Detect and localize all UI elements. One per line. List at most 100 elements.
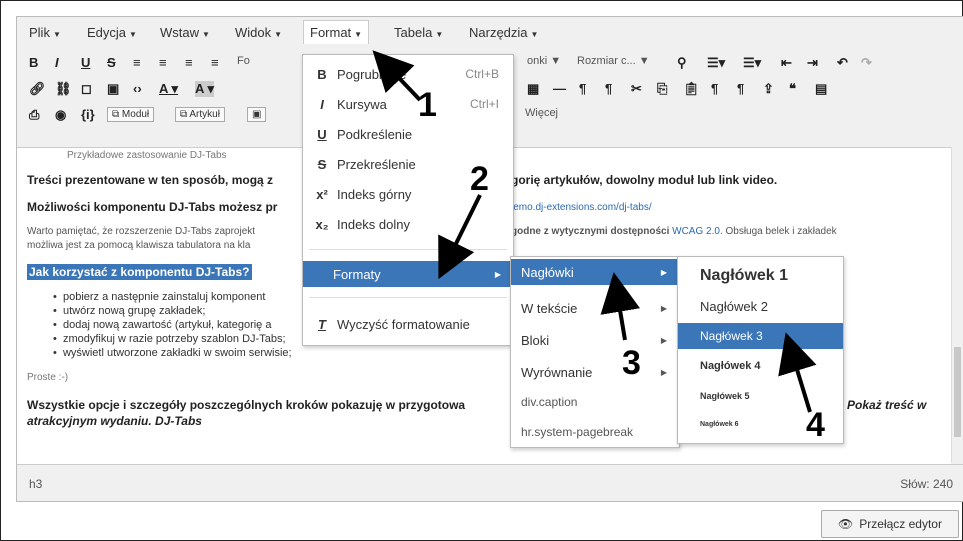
align-right-icon[interactable]: ≡ <box>185 55 193 70</box>
image-insert-button[interactable]: ▣ <box>247 107 267 122</box>
bullet-list-icon[interactable]: ☰▾ <box>707 55 725 71</box>
preview-icon[interactable]: ◉ <box>55 107 66 123</box>
menu-item-italic[interactable]: I Kursywa Ctrl+I <box>303 91 513 117</box>
content-line-3a: Warto pamiętać, że rozszerzenie DJ-Tabs … <box>27 226 256 237</box>
article-button[interactable]: ⧉ Artykuł <box>175 107 225 122</box>
menu-item-div-caption[interactable]: div.caption <box>511 389 679 415</box>
menu-plik[interactable]: Plik ▼ <box>29 25 61 40</box>
menu-item-bold[interactable]: B Pogrubienie Ctrl+B <box>303 61 513 87</box>
statusbar: h3 Słów: 240 <box>17 464 963 501</box>
toggle-editor-button[interactable]: 👁︎ Przełącz edytor <box>821 510 959 538</box>
module-button[interactable]: ⧉ Moduł <box>107 107 155 122</box>
chevron-right-icon: ▶ <box>660 303 667 313</box>
menu-widok[interactable]: Widok ▼ <box>235 25 282 40</box>
content-final-b: Pokaż treść w <box>847 398 927 412</box>
numbered-list-icon[interactable]: ☰▾ <box>743 55 761 71</box>
menu-item-wyrownanie[interactable]: Wyrównanie ▶ <box>511 359 679 385</box>
font-size-select[interactable]: Rozmiar c... ▼ <box>577 55 650 67</box>
menu-item-underline[interactable]: U Podkreślenie <box>303 121 513 147</box>
menu-narzedzia[interactable]: Narzędzia ▼ <box>469 25 538 40</box>
content-scrollbar[interactable] <box>951 147 963 463</box>
show-blocks-icon[interactable]: ¶ <box>737 81 744 96</box>
wcag-link[interactable]: WCAG 2.0 <box>672 226 720 237</box>
undo-icon[interactable]: ↶ <box>837 55 848 71</box>
menu-tabela[interactable]: Tabela ▼ <box>394 25 443 40</box>
outdent-icon[interactable]: ⇤ <box>781 55 792 71</box>
italic-icon[interactable]: I <box>55 55 59 70</box>
menu-item-naglowek-3[interactable]: Nagłówek 3 <box>678 323 843 349</box>
code-icon[interactable]: ‹› <box>133 81 142 96</box>
background-color-icon[interactable]: A ▾ <box>195 81 215 97</box>
menu-separator <box>309 297 507 298</box>
menu-item-formaty[interactable]: Formaty ▶ <box>303 261 513 287</box>
upload-icon[interactable]: ⇪ <box>763 81 774 97</box>
menu-separator <box>309 249 507 250</box>
more-button[interactable]: Więcej <box>525 107 558 119</box>
annotation-number-4: 4 <box>806 406 825 444</box>
paragraph-icon[interactable]: ¶ <box>711 81 718 96</box>
list-item: • zmodyfikuj w razie potrzeby szablon DJ… <box>53 333 286 345</box>
content-final-a: Wszystkie opcje i szczegóły poszczególny… <box>27 398 466 412</box>
scroll-thumb[interactable] <box>954 347 961 437</box>
menu-format[interactable]: Format ▼ <box>303 20 370 44</box>
redo-icon[interactable]: ↷ <box>861 55 872 71</box>
list-item: • wyświetl utworzone zakładki w swoim se… <box>53 347 292 359</box>
formaty-submenu: Nagłówki ▶ W tekście ▶ Bloki ▶ Wyrównanie ▶ … <box>510 256 680 448</box>
content-line-2-link[interactable]: lemo.dj-extensions.com/dj-tabs/ <box>511 202 652 213</box>
chevron-right-icon: ▶ <box>660 335 667 345</box>
menu-item-w-tekscie[interactable]: W tekście ▶ <box>511 295 679 321</box>
link-icon[interactable]: 🔗︎ <box>29 81 46 97</box>
image-icon[interactable]: ▣ <box>107 81 119 97</box>
source-code-icon[interactable]: {i} <box>81 107 95 122</box>
menu-item-clear-formatting[interactable]: T Wyczyść formatowanie <box>303 311 513 337</box>
text-color-icon[interactable]: A ▾ <box>159 81 178 97</box>
clear-formatting-icon: T <box>318 316 326 332</box>
list-item: • dodaj nową zawartość (artykuł, kategor… <box>53 319 272 331</box>
menu-item-hr-pagebreak[interactable]: hr.system-pagebreak <box>511 419 679 445</box>
table-icon[interactable]: ▦ <box>527 81 539 97</box>
indent-icon[interactable]: ⇥ <box>807 55 818 71</box>
menubar: Plik ▼ Edycja ▼ Wstaw ▼ Widok ▼ Format ▼ Tabe… <box>17 17 963 47</box>
align-left-icon[interactable]: ≡ <box>133 55 141 70</box>
element-path[interactable]: h3 <box>29 477 42 491</box>
print-icon[interactable]: ⎙ <box>29 107 39 123</box>
copy-icon[interactable]: ⎘ <box>657 81 667 97</box>
superscript-icon: x² <box>316 186 328 202</box>
bookmark-icon[interactable]: ◻ <box>81 81 92 97</box>
paste-icon[interactable]: 📋︎ <box>683 81 700 97</box>
content-final-c: atrakcyjnym wydaniu. DJ-Tabs <box>27 414 202 428</box>
menu-item-naglowek-1[interactable]: Nagłówek 1 <box>678 261 843 291</box>
word-count: Słów: 240 <box>900 477 953 491</box>
content-proste: Proste :-) <box>27 372 69 383</box>
font-select-partial[interactable]: onki ▼ <box>527 55 561 67</box>
blockquote-icon[interactable]: ❝ <box>789 81 796 97</box>
menu-item-naglowek-2[interactable]: Nagłówek 2 <box>678 293 843 319</box>
align-justify-icon[interactable]: ≡ <box>211 55 219 70</box>
content-line-1a: Treści prezentowane w ten sposób, mogą z <box>27 173 274 187</box>
menu-item-bloki[interactable]: Bloki ▶ <box>511 327 679 353</box>
chevron-right-icon: ▶ <box>660 267 667 277</box>
unlink-icon[interactable]: ⛓︎ <box>55 81 72 97</box>
template-icon[interactable]: ▤ <box>815 81 827 97</box>
strikethrough-icon: S <box>317 156 327 172</box>
binoculars-icon[interactable]: ⚲ <box>677 55 687 71</box>
underline-icon[interactable]: U <box>81 55 90 70</box>
annotation-number-2: 2 <box>470 160 489 198</box>
menu-edycja[interactable]: Edycja ▼ <box>87 25 137 40</box>
font-family-select[interactable]: Fo <box>237 55 250 67</box>
chevron-right-icon: ▶ <box>660 367 667 377</box>
rtl-icon[interactable]: ¶ <box>605 81 612 96</box>
content-line-1b: gorię artykułów, dowolny moduł lub link … <box>511 173 778 187</box>
horizontal-rule-icon[interactable]: — <box>553 81 566 96</box>
cut-icon[interactable]: ✂ <box>631 81 642 97</box>
menu-item-naglowki[interactable]: Nagłówki ▶ <box>511 259 679 285</box>
ltr-icon[interactable]: ¶ <box>579 81 586 96</box>
bold-icon[interactable]: B <box>29 55 38 70</box>
menu-item-subscript[interactable]: x₂ Indeks dolny <box>303 211 513 237</box>
align-center-icon[interactable]: ≡ <box>159 55 167 70</box>
menu-wstaw[interactable]: Wstaw ▼ <box>160 25 210 40</box>
menu-item-naglowek-4[interactable]: Nagłówek 4 <box>678 353 843 379</box>
strikethrough-icon[interactable]: S <box>107 55 116 70</box>
italic-icon: I <box>320 96 324 112</box>
underline-icon: U <box>317 126 327 142</box>
